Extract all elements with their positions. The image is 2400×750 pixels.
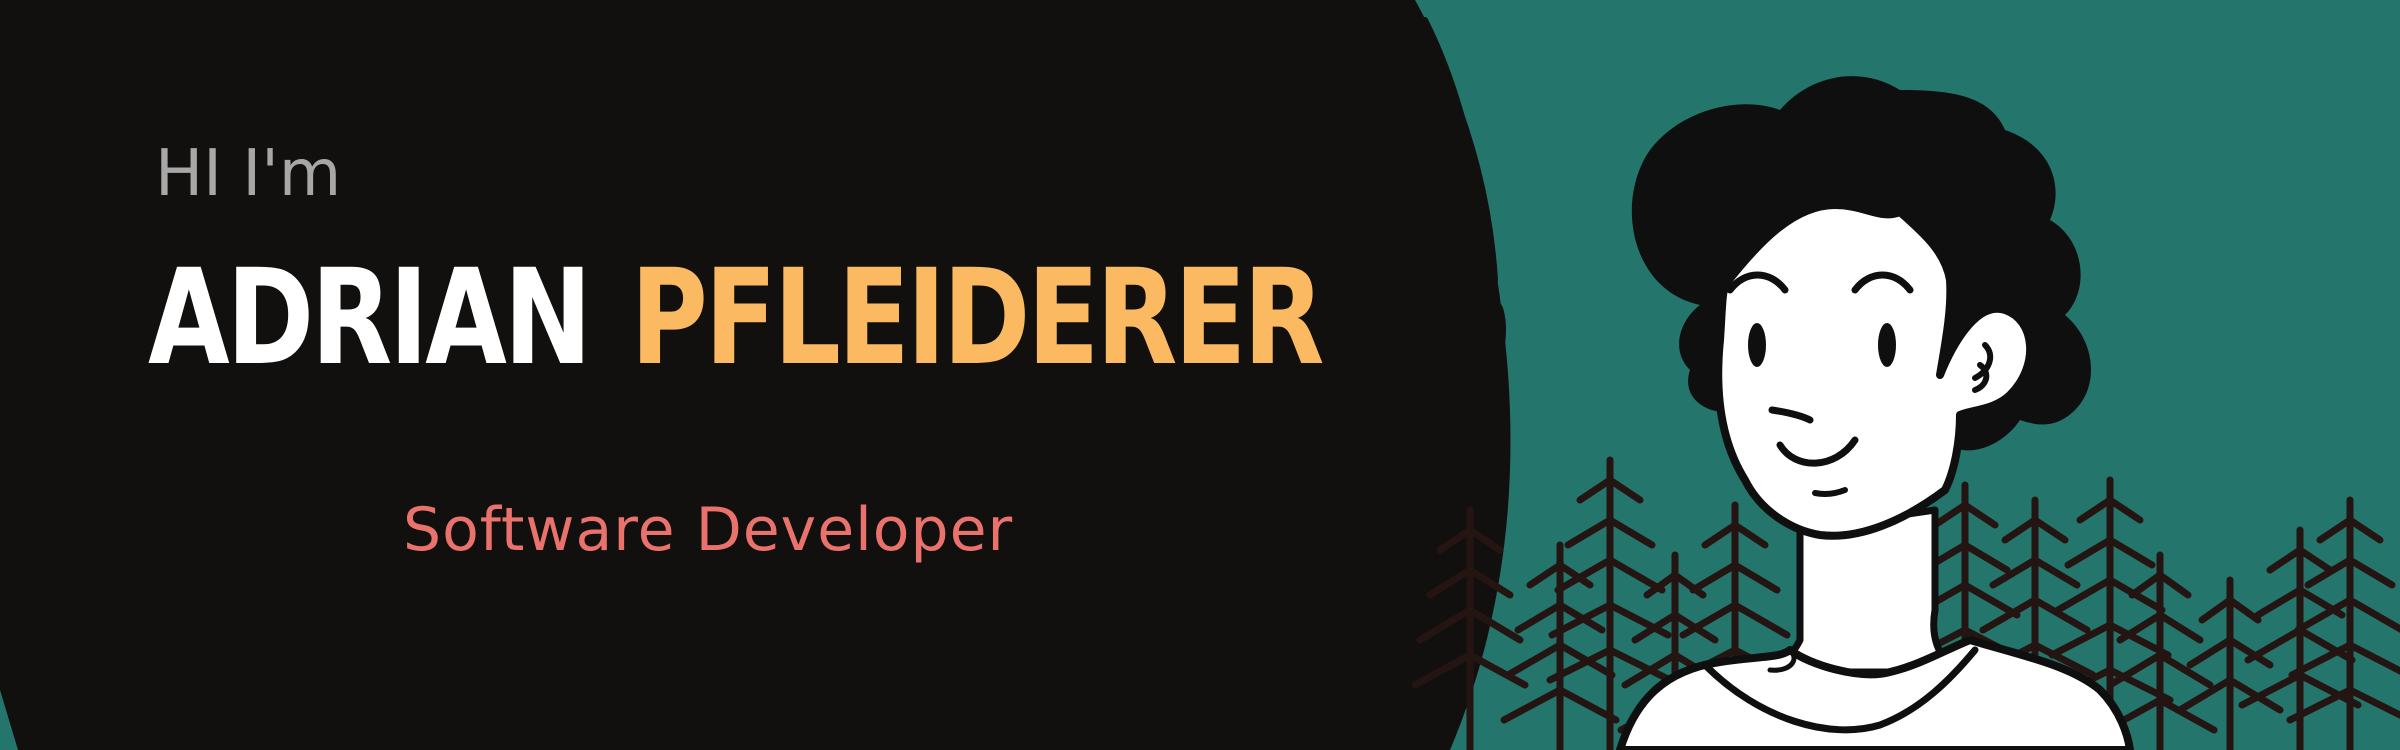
job-title: Software Developer bbox=[403, 495, 1014, 565]
full-name-heading: ADRIAN PFLEIDERER bbox=[148, 252, 1325, 384]
first-name: ADRIAN bbox=[148, 241, 592, 395]
last-name: PFLEIDERER bbox=[630, 241, 1325, 395]
right-eye bbox=[1878, 323, 1896, 367]
profile-banner: HI I'm ADRIAN PFLEIDERER Software Develop… bbox=[0, 0, 2400, 750]
corner-mark bbox=[0, 690, 18, 750]
left-eye bbox=[1748, 323, 1766, 367]
brush-blob bbox=[1490, 302, 1506, 358]
greeting-text: HI I'm bbox=[155, 137, 342, 211]
